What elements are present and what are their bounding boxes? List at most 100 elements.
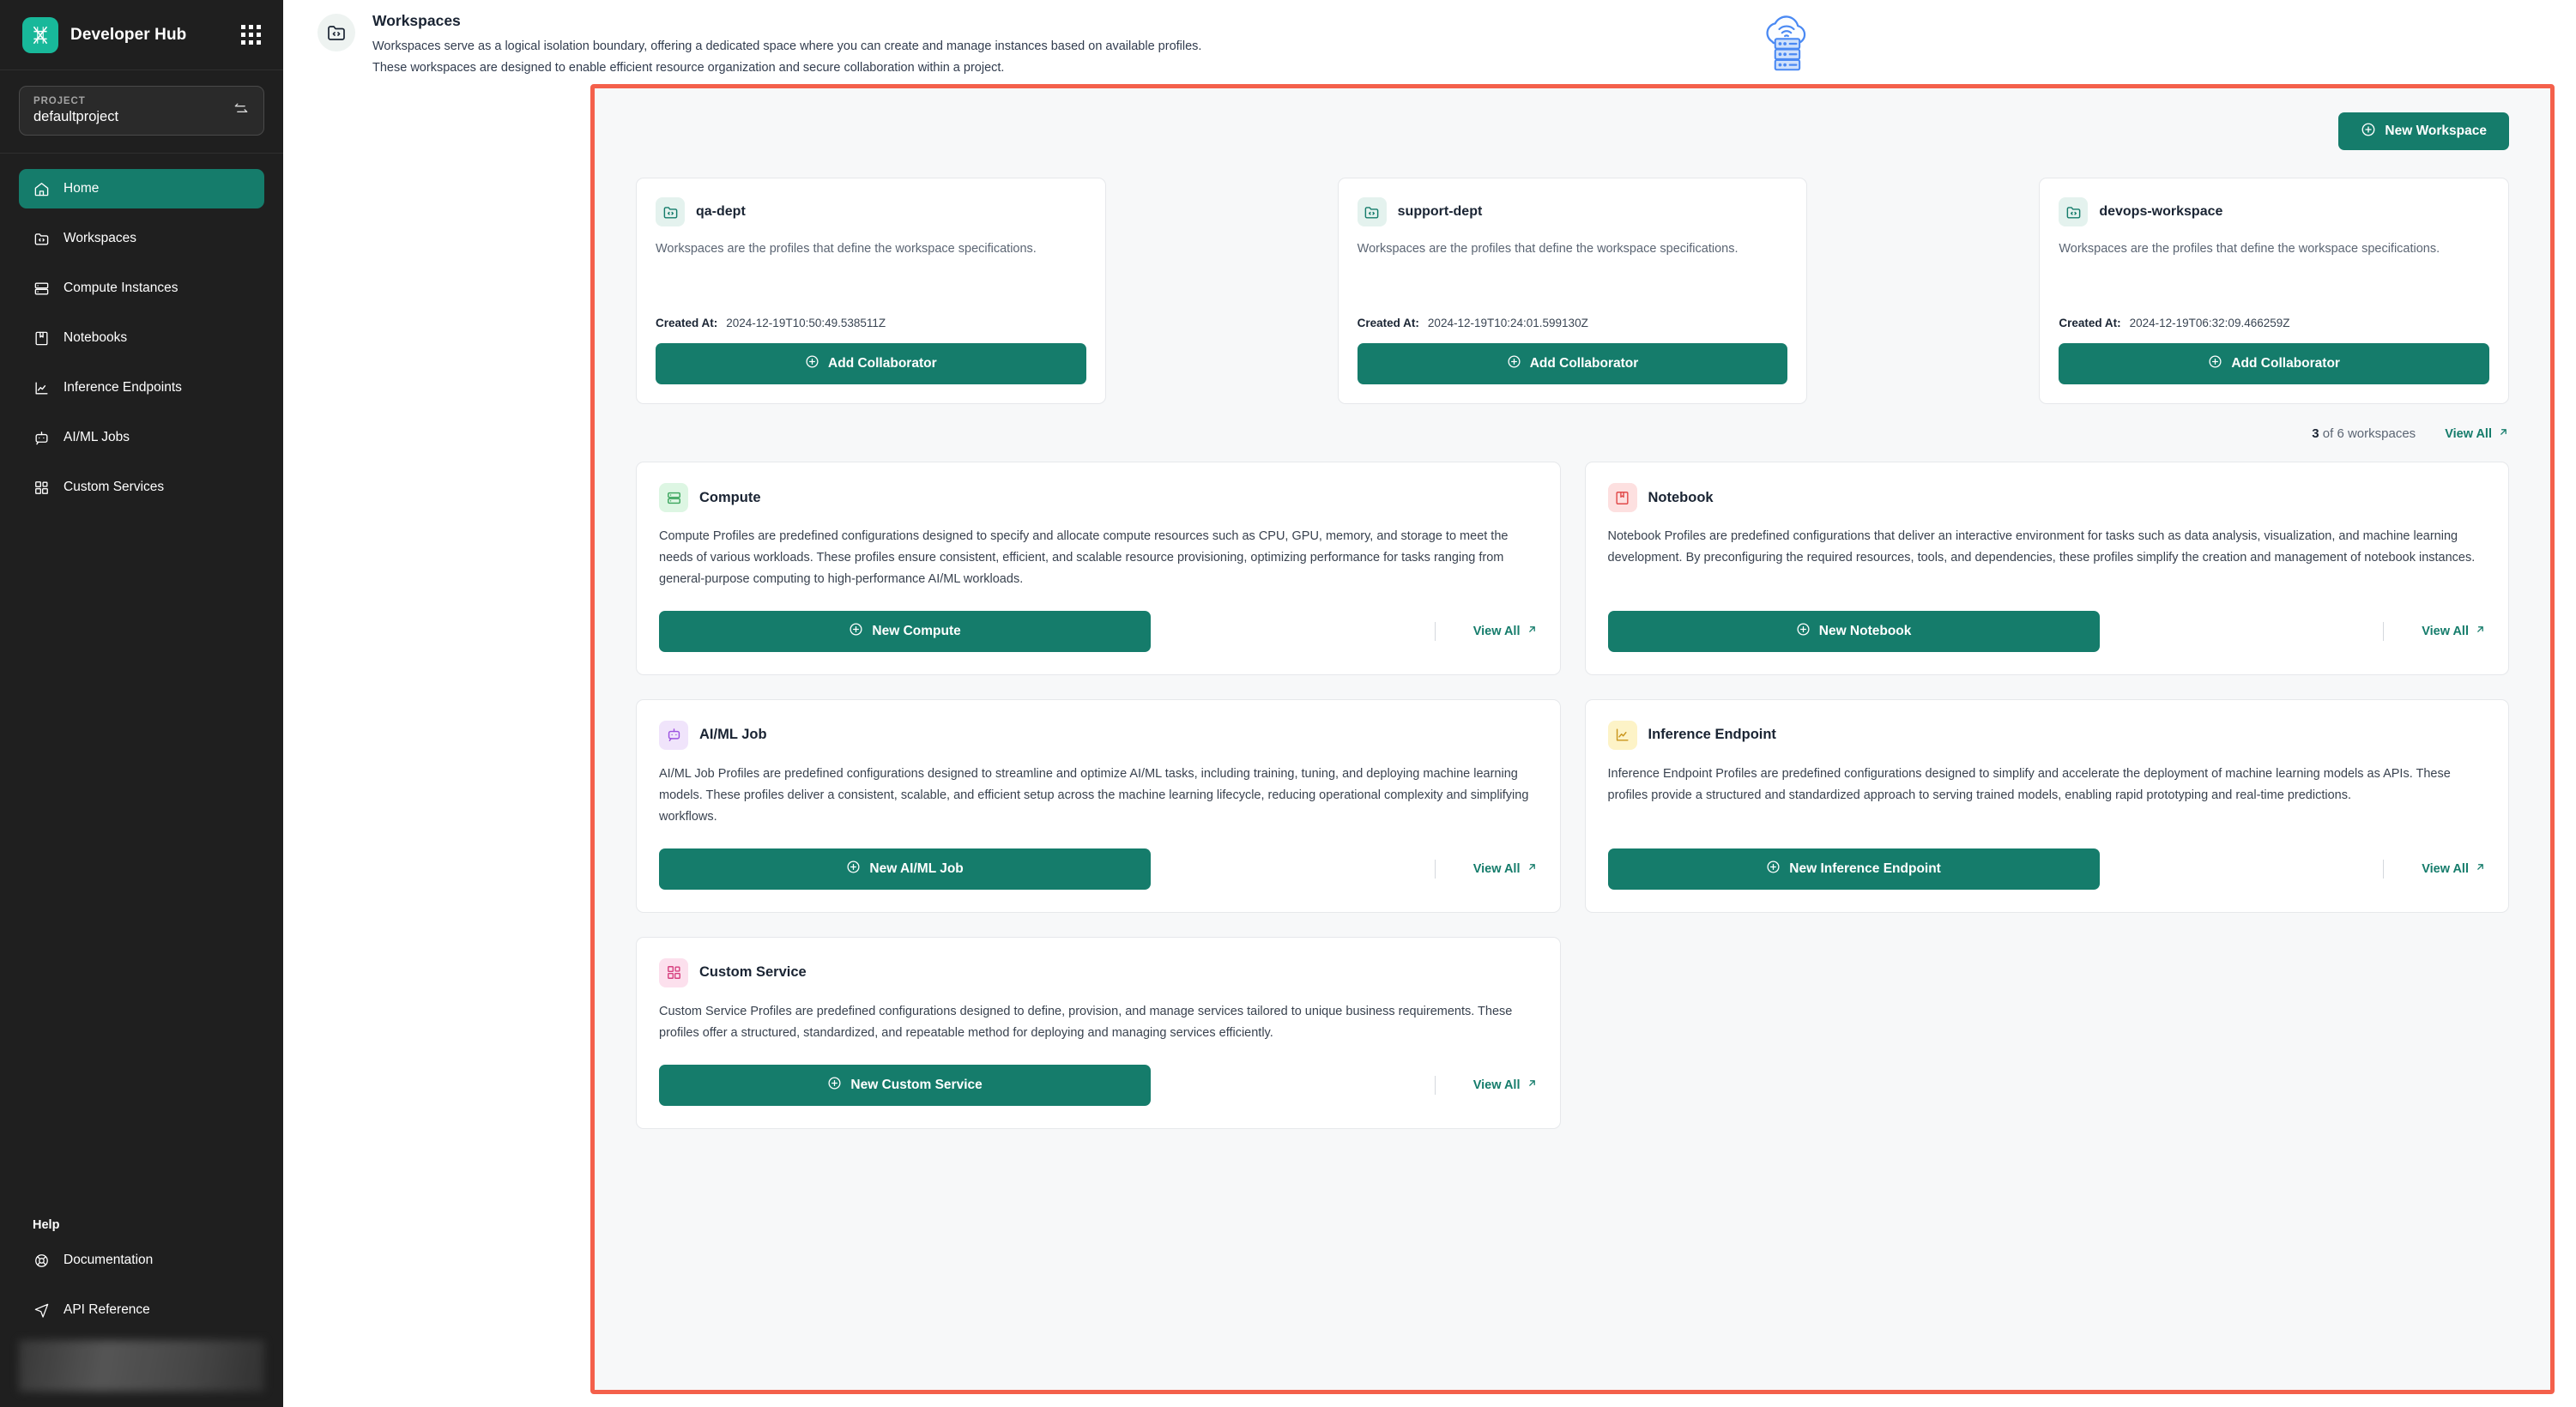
sidebar-item-workspaces[interactable]: Workspaces [19,219,264,258]
project-value: defaultproject [33,109,119,124]
workspace-card[interactable]: qa-dept Workspaces are the profiles that… [636,178,1106,404]
swap-arrows-icon[interactable] [233,100,250,121]
view-all-compute-link[interactable]: View All [1473,624,1538,638]
add-collaborator-button[interactable]: Add Collaborator [1357,343,1788,384]
workspace-created-at: Created At: 2024-12-19T10:24:01.599130Z [1358,317,1788,329]
project-selector[interactable]: PROJECT defaultproject [19,86,264,136]
workspace-description: Workspaces are the profiles that define … [2059,242,2440,256]
view-all-workspaces-link[interactable]: View All [2445,426,2509,441]
sidebar-item-label: Notebooks [63,330,128,345]
created-at-label: Created At: [2059,317,2121,329]
sidebar-item-notebooks[interactable]: Notebooks [19,318,264,358]
sidebar-item-label: Compute Instances [63,281,178,295]
folder-code-icon [33,230,51,248]
brand-title: Developer Hub [70,25,187,44]
profile-title: Notebook [1648,489,1714,505]
arrow-up-right-icon [2498,426,2509,441]
add-collaborator-label: Add Collaborator [2231,356,2340,371]
sidebar-item-home[interactable]: Home [19,169,264,208]
view-all-inference-endpoint-link[interactable]: View All [2422,861,2486,876]
plus-circle-icon [2208,354,2222,373]
blocks-icon [659,957,688,987]
view-all-custom-service-link[interactable]: View All [1473,1078,1538,1092]
workspaces-footer: 3 of 6 workspaces View All [595,404,2550,462]
plus-circle-icon [849,622,863,641]
folder-code-icon [2059,197,2089,226]
plus-circle-icon [1796,622,1811,641]
workspace-name: qa-dept [696,204,746,219]
sidebar-header: Developer Hub [0,0,283,70]
sidebar-item-inference-endpoints[interactable]: Inference Endpoints [19,368,264,408]
page-desc-line2: These workspaces are designed to enable … [372,60,1005,75]
home-icon [33,180,51,198]
created-at-value: 2024-12-19T10:50:49.538511Z [726,317,886,329]
new-ai-ml-job-button[interactable]: New AI/ML Job [659,848,1152,890]
profile-description: Compute Profiles are predefined configur… [659,529,1509,586]
new-compute-label: New Compute [872,623,961,638]
sidebar-item-custom-services[interactable]: Custom Services [19,468,264,507]
new-notebook-button[interactable]: New Notebook [1607,610,2100,652]
folder-code-icon [317,14,355,51]
workspace-count-current: 3 [2312,426,2319,441]
new-custom-service-label: New Custom Service [850,1077,983,1092]
new-compute-button[interactable]: New Compute [659,610,1152,652]
view-all-ai-ml-job-link[interactable]: View All [1473,861,1538,876]
workspace-card[interactable]: support-dept Workspaces are the profiles… [1337,178,1808,404]
new-inference-endpoint-button[interactable]: New Inference Endpoint [1607,848,2100,890]
profile-card-notebook: Notebook Notebook Profiles are predefine… [1584,462,2509,675]
page-header: Workspaces Workspaces serve as a logical… [283,0,2576,93]
sidebar-item-compute-instances[interactable]: Compute Instances [19,269,264,308]
plus-circle-icon [2361,122,2376,142]
workspace-description: Workspaces are the profiles that define … [656,242,1037,256]
server-icon [659,483,688,512]
app-logo-icon [22,16,58,53]
highlighted-content-region: New Workspace qa-dept Workspaces are the… [590,84,2555,1394]
workspace-name: support-dept [1397,204,1483,219]
plus-circle-icon [827,1076,842,1095]
chart-line-icon [33,379,51,397]
profile-card-custom-service: Custom Service Custom Service Profiles a… [636,936,1561,1129]
book-icon [33,329,51,347]
project-selector-wrap: PROJECT defaultproject [0,70,283,154]
divider [2383,621,2385,641]
sidebar-item-documentation[interactable]: Documentation [19,1241,264,1280]
new-custom-service-button[interactable]: New Custom Service [659,1064,1152,1106]
divider [1434,621,1436,641]
view-all-label: View All [2422,861,2469,876]
divider [1434,1075,1436,1095]
arrow-up-right-icon [1527,624,1538,638]
plus-circle-icon [1766,860,1781,879]
profile-title: Compute [699,489,761,505]
book-icon [1607,483,1637,512]
profile-title: Inference Endpoint [1648,727,1776,743]
sidebar-item-label: Workspaces [63,231,136,245]
sidebar-bottom-pad [0,1392,283,1407]
plus-circle-icon [846,860,861,879]
grid-apps-icon[interactable] [241,25,261,45]
created-at-value: 2024-12-19T10:24:01.599130Z [1427,317,1588,329]
sidebar-nav: Home Workspaces Compute Instances Notebo… [0,154,283,517]
blocks-icon [33,479,51,497]
chart-line-icon [1607,720,1637,750]
sidebar-item-ai-ml-jobs[interactable]: AI/ML Jobs [19,418,264,457]
created-at-label: Created At: [1357,317,1419,329]
arrow-up-right-icon [1527,1078,1538,1092]
workspace-card[interactable]: devops-workspace Workspaces are the prof… [2039,178,2509,404]
project-label: PROJECT [33,96,86,106]
new-workspace-button[interactable]: New Workspace [2338,112,2509,150]
created-at-label: Created At: [656,317,718,329]
folder-code-icon [656,197,685,226]
cloud-server-icon [1735,12,1838,74]
send-icon [33,1301,51,1319]
view-all-notebook-link[interactable]: View All [2422,624,2486,638]
app-root: Developer Hub PROJECT defaultproject Hom… [0,0,2576,1407]
divider [1434,859,1436,879]
profile-description: AI/ML Job Profiles are predefined config… [659,766,1529,824]
redacted-user-area [19,1340,264,1392]
sidebar-item-api-reference[interactable]: API Reference [19,1290,264,1330]
plus-circle-icon [1507,354,1521,373]
new-workspace-label: New Workspace [2385,124,2487,138]
add-collaborator-button[interactable]: Add Collaborator [2059,343,2489,384]
add-collaborator-button[interactable]: Add Collaborator [656,343,1086,384]
profile-card-ai-ml-job: AI/ML Job AI/ML Job Profiles are predefi… [636,698,1561,913]
